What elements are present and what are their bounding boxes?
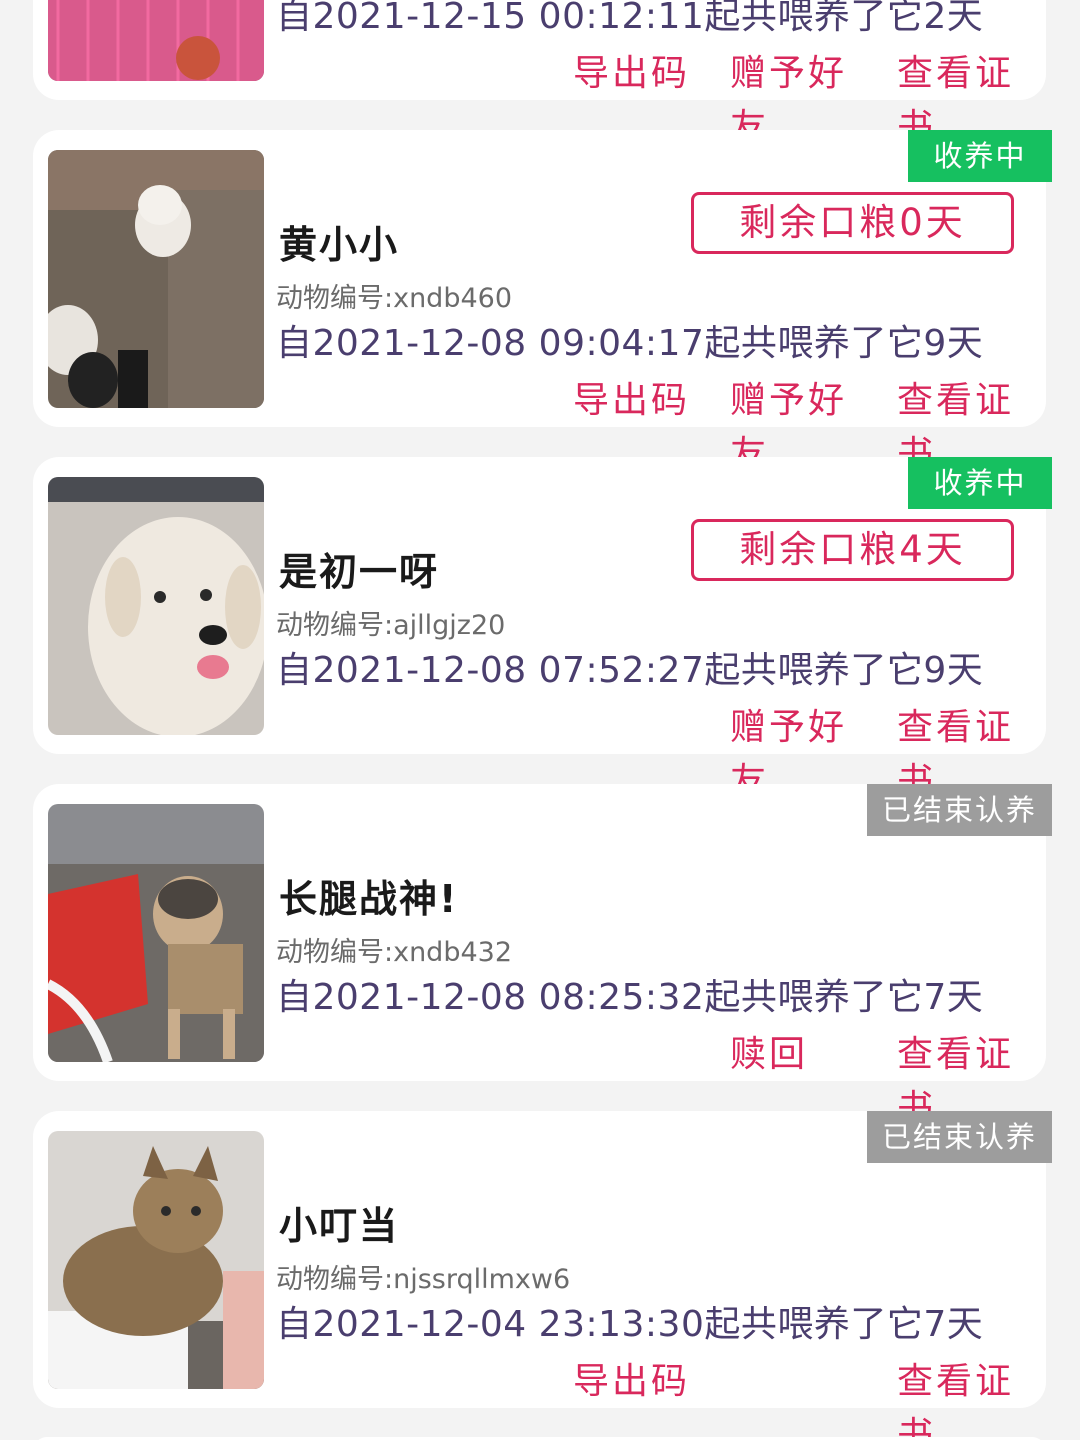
feed-duration-text: 自2021-12-08 07:52:27起共喂养了它9天 xyxy=(276,650,984,691)
pet-name: 是初一呀 xyxy=(279,550,440,594)
pet-photo[interactable] xyxy=(48,804,264,1062)
adoption-card[interactable]: 自2021-12-15 00:12:11起共喂养了它2天 导出码 赠予好友 查看… xyxy=(33,0,1046,148)
status-badge: 已结束认养 xyxy=(867,784,1052,836)
feed-duration-text: 自2021-12-15 00:12:11起共喂养了它2天 xyxy=(276,0,984,37)
feed-duration-text: 自2021-12-08 08:25:32起共喂养了它7天 xyxy=(276,977,984,1018)
adoption-card[interactable]: 已结束认养 长腿战神! 动物编号:xndb432 自2021-12-08 08:… xyxy=(33,784,1052,1129)
adoption-card[interactable]: 收养中 剩余口粮0天 黄小小 动物编号:xndb460 自2021-12-08 … xyxy=(33,130,1052,475)
pet-photo[interactable] xyxy=(48,150,264,408)
view-certificate-button[interactable]: 查看证书 xyxy=(897,1355,1022,1440)
adoption-list[interactable]: 自2021-12-15 00:12:11起共喂养了它2天 导出码 赠予好友 查看… xyxy=(0,0,1080,1440)
export-code-button[interactable]: 导出码 xyxy=(573,374,698,428)
redeem-button[interactable]: 赎回 xyxy=(730,1028,855,1082)
status-badge: 收养中 xyxy=(908,457,1052,509)
status-badge: 已结束认养 xyxy=(867,1111,1052,1163)
pet-photo[interactable] xyxy=(48,1131,264,1389)
remaining-food-button[interactable]: 剩余口粮4天 xyxy=(691,519,1014,581)
animal-id: 动物编号:xndb460 xyxy=(276,283,512,314)
remaining-food-button[interactable]: 剩余口粮0天 xyxy=(691,192,1014,254)
export-code-button[interactable]: 导出码 xyxy=(573,47,698,101)
pet-name: 黄小小 xyxy=(279,223,400,267)
pet-name: 长腿战神! xyxy=(279,877,459,921)
status-badge: 收养中 xyxy=(908,130,1052,182)
animal-id: 动物编号:njssrqllmxw6 xyxy=(276,1264,571,1295)
pet-name: 小叮当 xyxy=(279,1204,400,1248)
feed-duration-text: 自2021-12-08 09:04:17起共喂养了它9天 xyxy=(276,323,984,364)
adoption-card[interactable]: 收养中 剩余口粮4天 是初一呀 动物编号:ajllgjz20 自2021-12-… xyxy=(33,457,1052,802)
animal-id: 动物编号:xndb432 xyxy=(276,937,512,968)
export-code-button[interactable]: 导出码 xyxy=(573,1355,698,1409)
feed-duration-text: 自2021-12-04 23:13:30起共喂养了它7天 xyxy=(276,1304,984,1345)
pet-photo[interactable] xyxy=(48,477,264,735)
animal-id: 动物编号:ajllgjz20 xyxy=(276,610,506,641)
adoption-card[interactable]: 已结束认养 小叮当 动物编号:njssrqllmxw6 自2021-12-04 … xyxy=(33,1111,1052,1440)
pet-photo[interactable] xyxy=(48,0,264,81)
